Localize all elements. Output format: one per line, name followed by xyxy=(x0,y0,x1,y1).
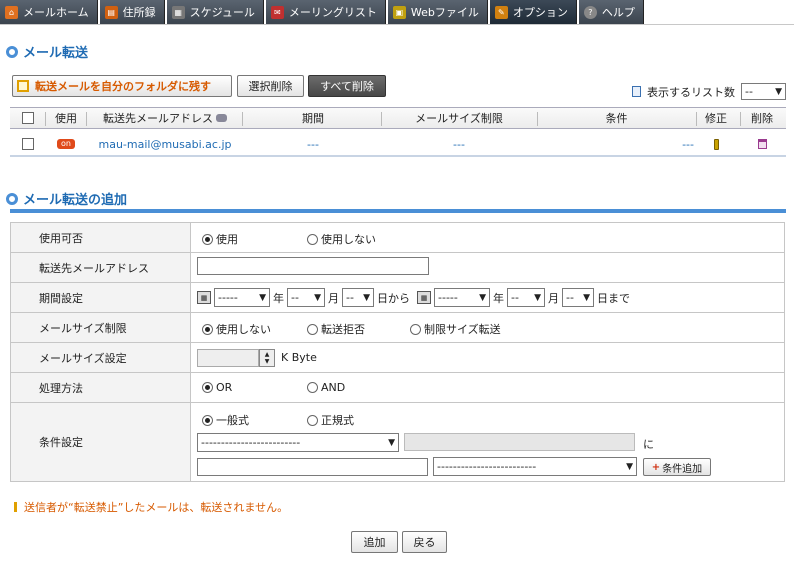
process-or-radio[interactable]: OR xyxy=(202,381,232,394)
size-limited-forward-radio[interactable]: 制限サイズ転送 xyxy=(410,321,501,337)
period-controls: ▦ ----- ▼ 年 -- ▼ 月 -- ▼ 日から ▦ ----- ▼ 年 -- ▼ 月 -- ▼… xyxy=(197,288,778,307)
chevron-down-icon: ▼ xyxy=(388,437,395,448)
size-no-limit-radio[interactable]: 使用しない xyxy=(202,321,271,337)
keep-in-folder-button[interactable]: 転送メールを自分のフォルダに残す xyxy=(12,75,232,97)
row-period: --- xyxy=(307,137,319,151)
cond-general-radio[interactable]: 一般式 xyxy=(202,412,249,428)
process-label: 処理方法 xyxy=(10,372,191,403)
tab-mail-home[interactable]: ⌂ メールホーム xyxy=(0,0,98,24)
address-label: 転送先メールアドレス xyxy=(10,252,191,283)
forward-address-input[interactable] xyxy=(197,257,429,275)
table-row: on mau-mail@musabi.ac.jp --- --- --- xyxy=(10,133,786,157)
add-section-title: メール転送の追加 xyxy=(6,189,127,208)
start-year-select[interactable]: ----- ▼ xyxy=(214,288,270,307)
use-no-radio[interactable]: 使用しない xyxy=(307,231,376,247)
chevron-down-icon: ▼ xyxy=(775,86,782,97)
tab-web-file[interactable]: ▣ Webファイル xyxy=(387,0,488,24)
calendar-icon[interactable]: ▦ xyxy=(197,291,211,304)
size-setting-label: メールサイズ設定 xyxy=(10,342,191,373)
col-edit: 修正 xyxy=(705,112,727,125)
document-icon xyxy=(632,86,641,97)
web-file-icon: ▣ xyxy=(392,5,406,19)
col-address[interactable]: 転送先メールアドレス xyxy=(90,108,240,128)
col-condition: 条件 xyxy=(605,112,628,125)
add-forward-form: 使用可否 使用 使用しない 転送先メールアドレス 期間設定 ▦ ----- ▼ 年 … xyxy=(10,222,785,482)
home-icon: ⌂ xyxy=(5,5,18,19)
calendar-icon: ▦ xyxy=(171,5,185,19)
address-book-icon: ▤ xyxy=(104,5,118,19)
select-all-checkbox[interactable] xyxy=(22,112,34,124)
end-year-select[interactable]: ----- ▼ xyxy=(434,288,490,307)
condition-label: 条件設定 xyxy=(10,402,191,482)
edit-icon[interactable] xyxy=(713,138,719,150)
add-condition-button[interactable]: + 条件追加 xyxy=(643,458,711,476)
chevron-down-icon: ▼ xyxy=(363,292,370,303)
trash-icon[interactable] xyxy=(757,139,767,149)
status-badge[interactable]: on xyxy=(57,139,75,149)
chevron-down-icon: ▼ xyxy=(534,292,541,303)
row-size-limit: --- xyxy=(453,137,465,151)
plus-icon: + xyxy=(651,461,661,473)
chevron-down-icon: ▼ xyxy=(314,292,321,303)
list-count-select[interactable]: -- ▼ xyxy=(741,83,786,100)
col-delete: 削除 xyxy=(751,112,773,125)
section-bullet-icon xyxy=(6,192,18,205)
condition-text-input[interactable] xyxy=(197,458,428,476)
list-count-control: 表示するリスト数 -- ▼ xyxy=(632,83,786,100)
help-icon: ? xyxy=(583,5,597,19)
size-reject-radio[interactable]: 転送拒否 xyxy=(307,321,365,337)
delete-selected-button[interactable]: 選択削除 xyxy=(237,75,304,97)
condition-controls: 一般式 正規式 ------------------------- ▼ に ---… xyxy=(197,404,778,480)
row-address[interactable]: mau-mail@musabi.ac.jp xyxy=(90,133,240,155)
info-bar-icon xyxy=(14,502,17,512)
tab-option[interactable]: ✎ オプション xyxy=(489,0,577,24)
col-use: 使用 xyxy=(55,112,77,125)
delete-all-button[interactable]: すべて削除 xyxy=(308,75,386,97)
calendar-icon[interactable]: ▦ xyxy=(417,291,431,304)
condition-match-select[interactable]: ------------------------- ▼ xyxy=(433,457,637,476)
tab-schedule[interactable]: ▦ スケジュール xyxy=(166,0,264,24)
tab-help[interactable]: ? ヘルプ xyxy=(578,0,644,24)
size-input[interactable] xyxy=(197,348,259,367)
chevron-down-icon: ▼ xyxy=(626,461,633,472)
forward-list-header: 使用 転送先メールアドレス 期間 メールサイズ制限 条件 修正 削除 xyxy=(10,107,786,129)
mailing-list-icon: ✉ xyxy=(270,5,284,19)
size-limit-label: メールサイズ制限 xyxy=(10,312,191,343)
back-button[interactable]: 戻る xyxy=(402,531,447,553)
section-bullet-icon xyxy=(6,45,18,58)
section-divider xyxy=(10,209,786,213)
condition-value-input[interactable] xyxy=(404,433,635,451)
process-and-radio[interactable]: AND xyxy=(307,381,345,394)
size-setting-controls: ▲ ▼ K Byte xyxy=(197,348,778,367)
chevron-down-icon: ▼ xyxy=(583,292,590,303)
note: 送信者が“転送禁止”したメールは、転送されません。 xyxy=(14,499,288,515)
use-yes-radio[interactable]: 使用 xyxy=(202,231,238,247)
chevron-down-icon: ▼ xyxy=(259,292,266,303)
row-checkbox[interactable] xyxy=(22,138,34,150)
option-icon: ✎ xyxy=(494,5,508,19)
spinner-icon[interactable]: ▲ ▼ xyxy=(259,348,275,367)
chevron-down-icon: ▼ xyxy=(479,292,486,303)
col-size-limit: メールサイズ制限 xyxy=(415,112,503,125)
start-month-select[interactable]: -- ▼ xyxy=(287,288,325,307)
main-nav: ⌂ メールホーム ▤ 住所録 ▦ スケジュール ✉ メーリングリスト ▣ Webファイル … xyxy=(0,0,794,25)
end-month-select[interactable]: -- ▼ xyxy=(507,288,545,307)
period-label: 期間設定 xyxy=(10,282,191,313)
forward-section-title: メール転送 xyxy=(6,42,88,61)
row-condition: --- xyxy=(682,137,694,151)
condition-field-select[interactable]: ------------------------- ▼ xyxy=(197,433,399,452)
tab-mailing-list[interactable]: ✉ メーリングリスト xyxy=(265,0,386,24)
checkbox-icon xyxy=(17,80,29,92)
use-label: 使用可否 xyxy=(10,222,191,253)
col-period: 期間 xyxy=(302,112,324,125)
add-button[interactable]: 追加 xyxy=(351,531,398,553)
end-day-select[interactable]: -- ▼ xyxy=(562,288,594,307)
start-day-select[interactable]: -- ▼ xyxy=(342,288,374,307)
sort-icon[interactable] xyxy=(216,114,227,122)
cond-regex-radio[interactable]: 正規式 xyxy=(307,412,354,428)
tab-address-book[interactable]: ▤ 住所録 xyxy=(99,0,165,24)
